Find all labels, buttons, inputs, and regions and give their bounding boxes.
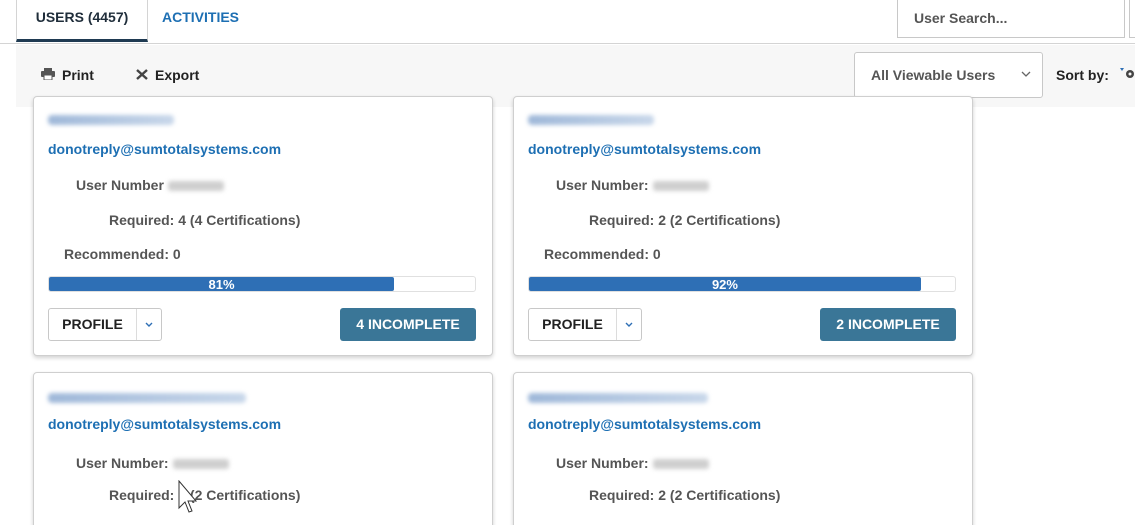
required-text: Required: 2 (2 Certifications): [589, 487, 781, 503]
user-filter-select[interactable]: All Viewable Users: [854, 52, 1043, 98]
user-email-link[interactable]: donotreply@sumtotalsystems.com: [528, 416, 761, 432]
profile-button[interactable]: PROFILE: [528, 308, 642, 341]
recommended-text: Recommended: 0: [64, 246, 181, 262]
user-number-redacted: [652, 181, 709, 192]
mouse-cursor-icon: [178, 479, 200, 525]
user-number-line: User Number:: [76, 455, 229, 471]
user-email-link[interactable]: donotreply@sumtotalsystems.com: [528, 141, 761, 157]
user-card: donotreply@sumtotalsystems.com User Numb…: [33, 372, 493, 525]
user-name-redacted[interactable]: [528, 393, 708, 403]
sort-direction-icon[interactable]: [1119, 65, 1135, 86]
user-filter-value: All Viewable Users: [871, 67, 996, 83]
user-number-label: User Number:: [556, 455, 649, 471]
progress-label: 81%: [208, 277, 235, 292]
user-card: donotreply@sumtotalsystems.com User Numb…: [513, 372, 973, 525]
user-number-label: User Number:: [76, 455, 169, 471]
incomplete-button[interactable]: 4 INCOMPLETE: [340, 308, 476, 341]
user-number-label: User Number: [76, 177, 164, 193]
profile-button-label: PROFILE: [49, 309, 137, 340]
user-number-line: User Number:: [556, 177, 709, 193]
user-number-redacted: [652, 459, 709, 470]
completion-progress-bar: 81%: [48, 276, 476, 292]
print-label: Print: [62, 67, 94, 83]
tab-users[interactable]: USERS (4457): [16, 0, 148, 42]
user-card: donotreply@sumtotalsystems.com User Numb…: [513, 96, 973, 356]
user-number-line: User Number:: [556, 455, 709, 471]
user-number-line: User Number: [76, 177, 224, 193]
user-name-redacted[interactable]: [48, 115, 174, 125]
export-button[interactable]: Export: [136, 67, 199, 83]
completion-progress-bar: 92%: [528, 276, 956, 292]
required-text: Required: 4 (4 Certifications): [109, 212, 301, 228]
top-tab-bar: USERS (4457) ACTIVITIES User Search...: [0, 0, 1135, 44]
search-button-edge[interactable]: [1129, 0, 1135, 38]
user-email-link[interactable]: donotreply@sumtotalsystems.com: [48, 141, 281, 157]
print-button[interactable]: Print: [41, 67, 94, 83]
user-number-redacted: [167, 181, 224, 192]
caret-down-icon[interactable]: [617, 309, 641, 340]
user-name-redacted[interactable]: [528, 115, 654, 125]
user-email-link[interactable]: donotreply@sumtotalsystems.com: [48, 416, 281, 432]
user-name-redacted[interactable]: [48, 393, 246, 403]
tab-activities[interactable]: ACTIVITIES: [150, 0, 251, 44]
export-label: Export: [155, 67, 200, 83]
caret-down-icon[interactable]: [137, 309, 161, 340]
incomplete-button[interactable]: 2 INCOMPLETE: [820, 308, 956, 341]
user-search-input[interactable]: User Search...: [897, 0, 1125, 38]
user-card: donotreply@sumtotalsystems.com User Numb…: [33, 96, 493, 356]
profile-button[interactable]: PROFILE: [48, 308, 162, 341]
progress-label: 92%: [711, 277, 738, 292]
recommended-text: Recommended: 0: [544, 246, 661, 262]
user-number-redacted: [172, 459, 229, 470]
user-number-label: User Number:: [556, 177, 649, 193]
required-text: Required: 2 (2 Certifications): [589, 212, 781, 228]
excel-export-icon: [136, 67, 148, 83]
chevron-down-icon: [1020, 66, 1032, 85]
printer-icon: [41, 67, 55, 83]
sort-by-label: Sort by:: [1056, 67, 1109, 83]
required-text: Required: 2 (2 Certifications): [109, 487, 301, 503]
profile-button-label: PROFILE: [529, 309, 617, 340]
